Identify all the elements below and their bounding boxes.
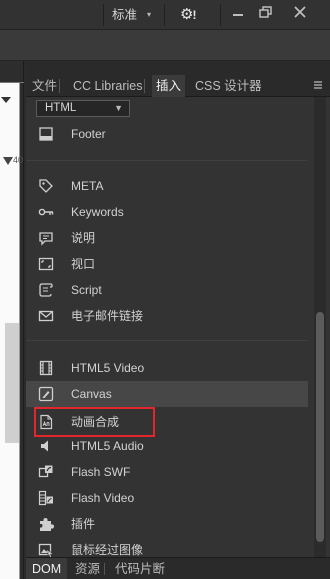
close-icon	[294, 6, 306, 18]
rollover-image-icon	[38, 542, 54, 558]
tab-snippets[interactable]: 代码片断	[115, 558, 165, 579]
section-divider	[26, 340, 308, 341]
flash-swf-icon	[38, 464, 54, 480]
audio-icon	[38, 438, 54, 454]
insert-item-description[interactable]: 说明	[26, 225, 308, 251]
insert-item-canvas[interactable]: Canvas	[26, 381, 308, 407]
plugin-icon	[38, 516, 54, 532]
insert-item-label: META	[71, 179, 104, 193]
highlight-box	[34, 407, 155, 437]
section-divider	[26, 160, 308, 161]
insert-item-label: HTML5 Video	[71, 361, 145, 375]
email-icon	[38, 308, 54, 324]
alert-icon: !	[192, 8, 197, 22]
tab-label: 文件	[32, 79, 58, 93]
filter-icon[interactable]	[1, 97, 11, 103]
canvas-icon	[38, 386, 54, 402]
panel-tabs: 文件 CC Libraries 插入 CSS 设计器	[26, 75, 330, 97]
insert-item-label: Script	[71, 283, 102, 297]
chevron-down-icon: ▾	[147, 10, 152, 19]
ruler-number: 40	[13, 155, 24, 165]
insert-item-script[interactable]: Script	[26, 277, 308, 303]
insert-item-label: Flash SWF	[71, 465, 131, 479]
tab-files[interactable]: 文件	[32, 75, 61, 97]
script-icon	[38, 282, 54, 298]
title-separator	[164, 4, 165, 26]
insert-item-label: 说明	[71, 231, 96, 245]
insert-item-label: 视口	[71, 257, 96, 271]
panel-menu-icon	[314, 81, 322, 89]
video-icon	[38, 360, 54, 376]
restore-icon	[259, 6, 272, 18]
tab-label: 代码片断	[115, 562, 166, 576]
minimize-button[interactable]	[226, 4, 250, 20]
insert-item-label: Canvas	[71, 387, 112, 401]
restore-button[interactable]	[254, 4, 278, 20]
tab-insert[interactable]: 插入	[152, 75, 186, 97]
footer-icon	[38, 126, 54, 142]
insert-item-meta[interactable]: META	[26, 173, 308, 199]
close-button[interactable]	[288, 4, 312, 20]
panel-scrollbar[interactable]	[314, 97, 326, 557]
ruler-line	[0, 82, 24, 83]
chevron-down-icon: ▼	[114, 103, 123, 113]
tab-label: CSS 设计器	[195, 79, 262, 93]
tab-label: 资源	[75, 562, 101, 576]
insert-item-footer[interactable]: Footer	[26, 121, 308, 147]
insert-item-label: 电子邮件链接	[71, 309, 144, 323]
tag-icon	[38, 178, 54, 194]
key-icon	[38, 204, 54, 220]
workspace-switcher[interactable]: 标准 ▾	[104, 4, 151, 26]
document-scrollbar[interactable]	[5, 323, 19, 443]
insert-item-label: 插件	[71, 517, 96, 531]
ruler-marker-icon[interactable]	[3, 157, 13, 165]
insert-item-flash-swf[interactable]: Flash SWF	[26, 459, 308, 485]
workspace-label: 标准	[112, 8, 138, 22]
insert-item-label: Flash Video	[71, 491, 135, 505]
tab-assets[interactable]: 资源	[75, 558, 106, 579]
insert-item-html5-video[interactable]: HTML5 Video	[26, 355, 308, 381]
insert-item-flash-video[interactable]: Flash Video	[26, 485, 308, 511]
category-dropdown[interactable]: HTML ▼	[36, 100, 130, 117]
category-value: HTML	[45, 102, 77, 114]
viewport-icon	[38, 256, 54, 272]
tab-label: DOM	[32, 562, 62, 576]
insert-item-label: Keywords	[71, 205, 124, 219]
insert-item-label: Footer	[71, 127, 106, 141]
insert-contents: HTML ▼ Footer META Keywords 说明 视口 Script…	[26, 97, 330, 558]
minimize-icon	[233, 14, 243, 16]
toolbar-strip	[0, 30, 330, 61]
flash-video-icon	[38, 490, 54, 506]
tab-label: CC Libraries	[73, 79, 143, 93]
scrollbar-thumb[interactable]	[316, 312, 324, 542]
tab-dom[interactable]: DOM	[26, 558, 68, 579]
sync-settings-button[interactable]: ⚙!	[180, 5, 196, 25]
title-bar: 标准 ▾ ⚙!	[0, 0, 330, 30]
insert-item-email-link[interactable]: 电子邮件链接	[26, 303, 308, 329]
bottom-tabs: DOM 资源 代码片断	[26, 557, 330, 579]
insert-item-plugin[interactable]: 插件	[26, 511, 308, 537]
insert-item-keywords[interactable]: Keywords	[26, 199, 308, 225]
tab-cc-libraries[interactable]: CC Libraries	[73, 75, 146, 97]
comment-icon	[38, 230, 54, 246]
panel-menu-button[interactable]	[312, 79, 324, 91]
tab-css-designer[interactable]: CSS 设计器	[195, 75, 262, 97]
title-separator	[220, 4, 221, 26]
insert-item-viewport[interactable]: 视口	[26, 251, 308, 277]
panel-header-strip	[26, 61, 330, 75]
insert-panel: 文件 CC Libraries 插入 CSS 设计器 HTML ▼ Footer…	[26, 61, 330, 579]
tab-label: 插入	[156, 79, 182, 93]
document-panel-edge: 40	[0, 61, 24, 579]
